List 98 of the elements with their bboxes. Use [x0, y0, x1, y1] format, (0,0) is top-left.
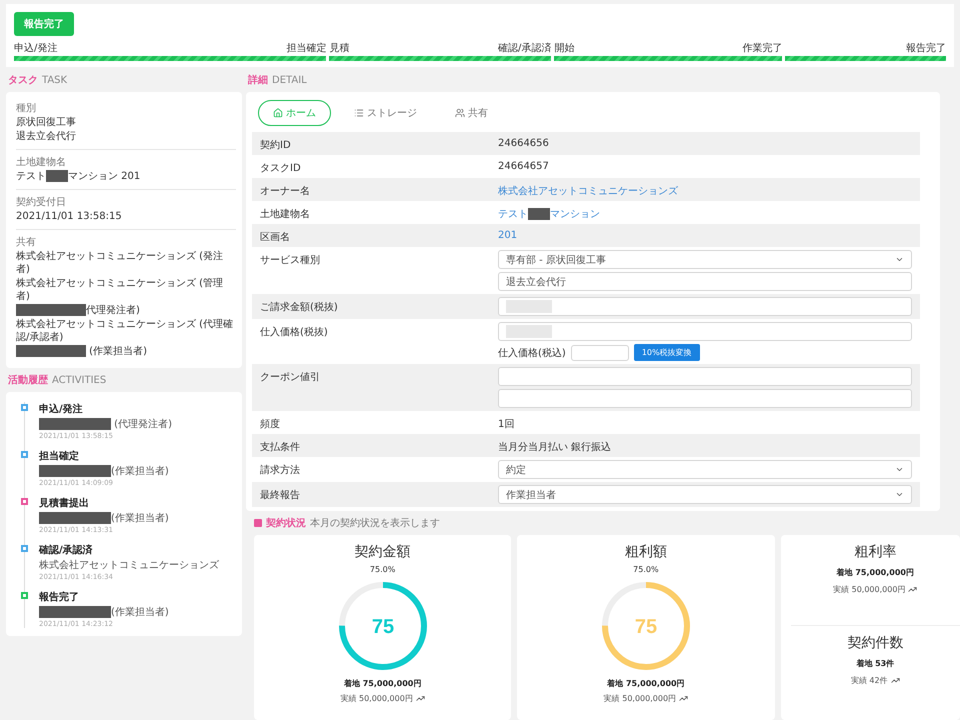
field-value: 原状回復工事 [16, 116, 77, 129]
activity-person: 株式会社アセットコミュニケーションズ [39, 558, 220, 572]
row-label: クーポン値引 [260, 371, 321, 384]
caret-icon [895, 255, 904, 264]
field-value: 株式会社アセットコミュニケーションズ (管理者) [16, 277, 224, 303]
input-field[interactable] [498, 367, 912, 386]
step-label: 確認/承認済 [498, 42, 552, 55]
stat-title: 粗利率 [854, 543, 896, 561]
row-label: 請求方法 [260, 464, 301, 477]
activity-title: 確認/承認済 [39, 543, 94, 557]
row-label: 頻度 [260, 418, 281, 431]
field-value: 株式会社アセットコミュニケーションズ (発注者) [16, 250, 224, 276]
row-label: サービス種別 [260, 254, 321, 267]
row-value: 1回 [498, 418, 516, 431]
field-label: 仕入価格(税込) [498, 346, 566, 360]
caret-icon [895, 465, 904, 474]
field-label: 種別 [16, 102, 37, 115]
section-subtitle: TASK [42, 75, 68, 86]
row-label: タスクID [260, 162, 302, 175]
row-label: 最終報告 [260, 488, 301, 502]
row-link[interactable]: テスト マンション [498, 204, 912, 221]
field-value: 2021/11/01 13:58:15 [16, 210, 123, 223]
field-value: テスト マンション 201 [16, 170, 142, 183]
stat-title: 粗利額 [624, 543, 667, 561]
target-amount: 着地 75,000,000円 [836, 567, 914, 578]
input-field[interactable]: 退去立会代行 [498, 272, 912, 291]
target-amount: 着地 75,000,000円 [344, 678, 422, 689]
input-field[interactable] [498, 297, 912, 316]
caret-icon [895, 490, 904, 499]
home-icon [273, 108, 283, 118]
actual-amount: 実績 50,000,000円 [604, 693, 688, 704]
activity-person: (代理発注者) [39, 417, 232, 431]
people-icon [455, 108, 465, 118]
activity-title: 見積書提出 [39, 496, 90, 510]
stat-percent: 75.0% [633, 565, 659, 574]
input-field[interactable] [570, 344, 629, 360]
target-amount: 着地 75,000,000円 [607, 678, 685, 689]
actual-amount: 実績 50,000,000円 [833, 584, 918, 595]
actual-amount: 実績 50,000,000円 [340, 693, 425, 704]
field-label: 契約受付日 [16, 196, 67, 209]
select-field[interactable]: 約定 [498, 460, 912, 479]
gauge-value: 75 [372, 616, 394, 638]
activity-title: 申込/発注 [39, 402, 84, 416]
activity-person: (作業担当者) [39, 464, 232, 478]
field-value: (作業担当者) [16, 345, 236, 358]
step-label: 開始 [554, 42, 574, 55]
convert-button[interactable]: 10%税抜変換 [634, 344, 700, 361]
list-icon [354, 108, 364, 118]
row-label: 支払条件 [260, 440, 301, 454]
row-link[interactable]: 201 [498, 227, 912, 241]
stat-title: 契約件数 [847, 634, 904, 652]
select-field[interactable]: 作業担当者 [498, 485, 912, 504]
section-subtitle: ACTIVITIES [52, 375, 106, 386]
trend-up-icon [908, 585, 918, 594]
row-label: 仕入価格(税抜) [260, 326, 329, 339]
trend-up-icon [416, 694, 425, 703]
activity-title: 担当確定 [39, 449, 80, 463]
actual-amount: 実績 42件 [850, 675, 900, 686]
activity-person: (作業担当者) [39, 511, 232, 525]
trend-up-icon [679, 694, 688, 703]
chart-icon [254, 519, 262, 527]
trend-up-icon [890, 676, 900, 685]
input-field[interactable] [498, 322, 912, 341]
row-link[interactable]: 株式会社アセットコミュニケーションズ [498, 181, 912, 198]
section-title: 契約状況 [266, 516, 306, 530]
section-title: 詳細 [248, 74, 268, 87]
field-value: 代理発注者) [16, 304, 236, 317]
row-value: 当月分当月払い 銀行振込 [498, 440, 612, 454]
input-field[interactable] [498, 389, 912, 408]
section-title: 活動履歴 [8, 374, 48, 387]
row-label: 土地建物名 [260, 208, 311, 221]
row-label: 区画名 [260, 231, 291, 244]
row-label: 契約ID [260, 138, 292, 152]
stat-percent: 75.0% [370, 565, 396, 574]
section-title: タスク [8, 74, 38, 87]
tab[interactable]: ホーム [258, 100, 331, 126]
activity-person: (作業担当者) [39, 605, 232, 619]
status-button[interactable]: 報告完了 [14, 12, 74, 36]
step-label: 報告完了 [906, 42, 946, 55]
gauge-value: 75 [634, 616, 657, 638]
row-value: 24664656 [498, 137, 550, 149]
section-description: 本月の契約状況を表示します [310, 516, 440, 530]
stat-title: 契約金額 [354, 543, 411, 561]
target-amount: 着地 53件 [856, 658, 894, 669]
field-label: 土地建物名 [16, 156, 67, 169]
step-label: 申込/発注 [14, 42, 58, 55]
row-label: ご請求金額(税抜) [260, 300, 339, 314]
field-value: 退去立会代行 [16, 130, 77, 143]
select-field[interactable]: 専有部 - 原状回復工事 [498, 250, 912, 269]
step-label: 担当確定 [286, 42, 326, 55]
activity-title: 報告完了 [39, 590, 80, 604]
step-label: 見積 [329, 42, 350, 55]
step-label: 作業完了 [742, 42, 782, 55]
row-label: オーナー名 [260, 185, 311, 198]
row-value: 24664657 [498, 160, 550, 172]
field-label: 共有 [16, 236, 37, 249]
section-subtitle: DETAIL [272, 75, 307, 86]
field-value: 株式会社アセットコミュニケーションズ (代理確認/承認者) [16, 318, 234, 344]
